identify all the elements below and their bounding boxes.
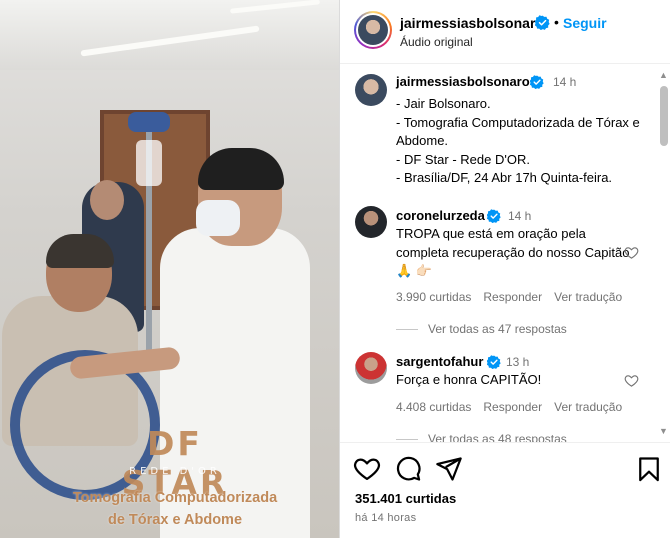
view-replies-button[interactable]: Ver todas as 47 respostas	[396, 322, 567, 336]
heart-icon[interactable]	[353, 455, 381, 483]
author-username[interactable]: jairmessiasbolsonaro	[400, 15, 544, 31]
verified-badge-icon	[530, 75, 544, 89]
comment-time[interactable]: 13 h	[506, 355, 529, 369]
comment-username[interactable]: sargentofahur	[396, 354, 483, 369]
scroll-up-icon[interactable]: ▲	[659, 70, 668, 80]
nurse-mask	[196, 200, 240, 236]
verified-badge-icon	[535, 15, 550, 30]
replies-divider	[396, 329, 418, 331]
post-actions: 351.401 curtidas há 14 horas	[340, 442, 670, 538]
comment-meta: 4.408 curtidas Responder Ver tradução	[396, 400, 634, 414]
bookmark-icon[interactable]	[635, 455, 663, 483]
iv-pole-top	[128, 112, 170, 132]
person-background-head	[90, 180, 124, 220]
reply-button[interactable]: Responder	[483, 290, 542, 304]
comment-meta: 3.990 curtidas Responder Ver tradução	[396, 290, 634, 304]
post-time[interactable]: há 14 horas	[355, 512, 416, 524]
view-replies-button[interactable]: Ver todas as 48 respostas	[396, 432, 567, 442]
caption-text: - Jair Bolsonaro. - Tomografia Computado…	[396, 96, 640, 185]
post-side-panel: jairmessiasbolsonaro • Seguir Áudio orig…	[339, 0, 670, 538]
ceiling	[0, 0, 339, 70]
like-comment-heart-icon[interactable]	[624, 373, 639, 388]
see-translation-button[interactable]: Ver tradução	[554, 290, 622, 304]
like-comment-heart-icon[interactable]	[624, 245, 639, 260]
scroll-down-icon[interactable]: ▼	[659, 426, 668, 436]
comment-time[interactable]: 14 h	[508, 209, 531, 223]
nurse-hair	[198, 148, 284, 190]
view-replies-label: Ver todas as 47 respostas	[428, 322, 567, 336]
verified-badge-icon	[487, 355, 501, 369]
overlay-text-line2: de Tórax e Abdome	[107, 512, 243, 528]
comments-section[interactable]: jairmessiasbolsonaro 14 h - Jair Bolsona…	[340, 64, 670, 442]
caption-username[interactable]: jairmessiasbolsonaro	[396, 74, 530, 89]
see-translation-button[interactable]: Ver tradução	[554, 400, 622, 414]
comments-scrollbar[interactable]: ▲ ▼	[658, 70, 670, 440]
post-likes-count[interactable]: 351.401 curtidas	[355, 491, 456, 506]
comment-username[interactable]: coronelurzeda	[396, 208, 485, 223]
comment-text: TROPA que está em oração pela completa r…	[396, 226, 630, 278]
header-separator: •	[554, 14, 559, 30]
comment-text: Força e honra CAPITÃO!	[396, 372, 542, 387]
avatar-image	[358, 15, 388, 45]
comment-avatar[interactable]	[355, 206, 387, 238]
comment-likes[interactable]: 4.408 curtidas	[396, 400, 471, 414]
post-header: jairmessiasbolsonaro • Seguir Áudio orig…	[340, 0, 670, 64]
caption-time[interactable]: 14 h	[553, 75, 576, 89]
original-audio-link[interactable]: Áudio original	[400, 35, 473, 49]
caption-avatar[interactable]	[355, 74, 387, 106]
author-avatar[interactable]	[354, 11, 392, 49]
post-media[interactable]: DF STAR REDE D'OR Tomografia Computadori…	[0, 0, 339, 538]
watermark-subtitle: REDE D'OR	[129, 466, 221, 477]
iv-bag	[136, 140, 162, 186]
reply-button[interactable]: Responder	[483, 400, 542, 414]
comment-avatar[interactable]	[355, 352, 387, 384]
scrollbar-thumb[interactable]	[660, 86, 668, 146]
avatar-ring-inner	[356, 13, 390, 47]
comment-icon[interactable]	[394, 455, 422, 483]
replies-divider	[396, 439, 418, 441]
share-icon[interactable]	[435, 455, 463, 483]
overlay-text-line1: Tomografia Computadorizada	[72, 490, 278, 506]
follow-button[interactable]: Seguir	[563, 15, 607, 31]
view-replies-label: Ver todas as 48 respostas	[428, 432, 567, 442]
comment-likes[interactable]: 3.990 curtidas	[396, 290, 471, 304]
verified-badge-icon	[487, 209, 501, 223]
